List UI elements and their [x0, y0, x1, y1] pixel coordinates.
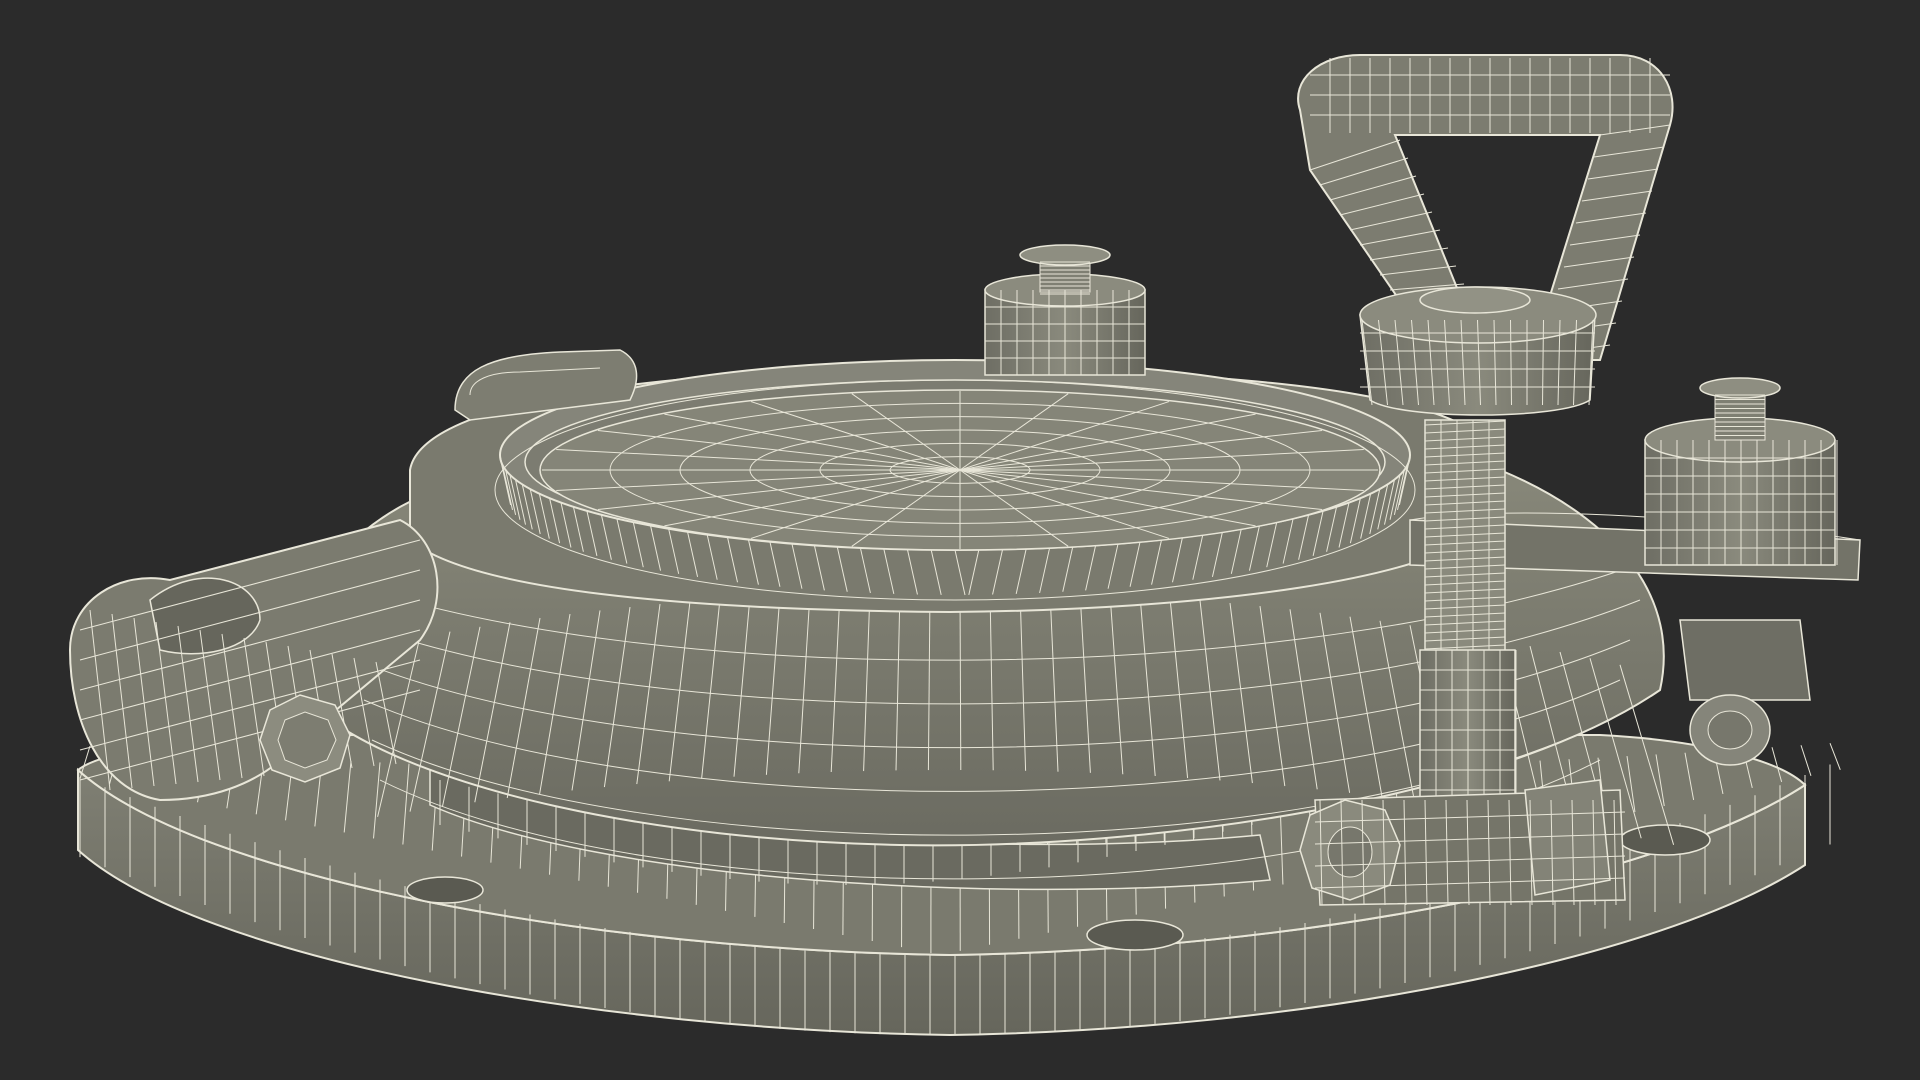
bolt-hole: [1619, 824, 1711, 856]
rear-clamp-post: [984, 244, 1146, 376]
bolt-hole: [406, 876, 484, 904]
wireframe-render: [68, 54, 1861, 1037]
render-viewport: [0, 0, 1920, 1080]
cover-disc: [539, 389, 1381, 551]
bolt-hole: [1086, 919, 1184, 951]
handle-assembly: [1297, 54, 1674, 416]
